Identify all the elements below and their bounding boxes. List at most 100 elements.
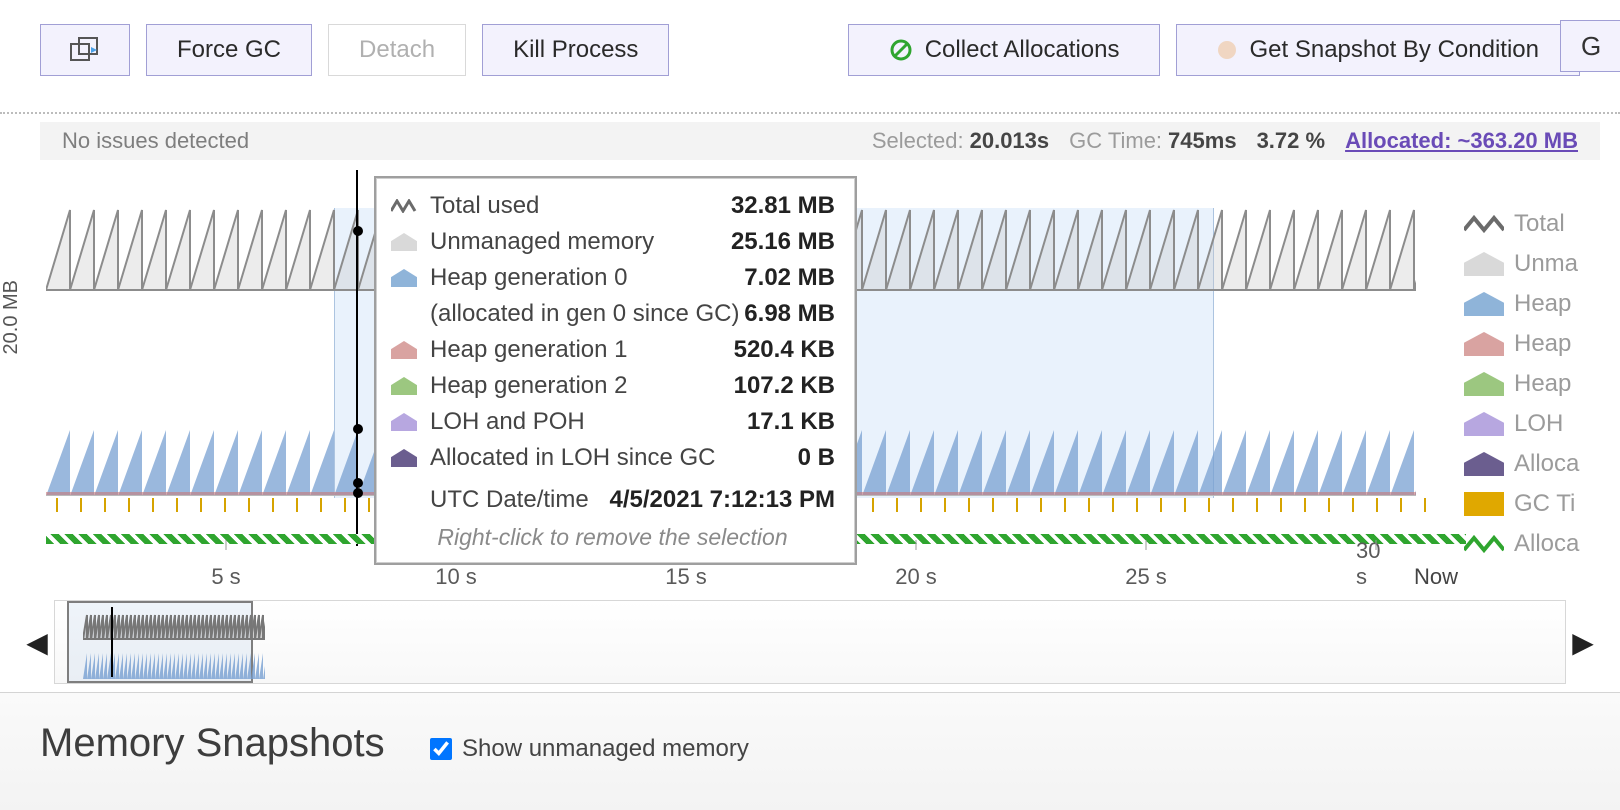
cursor-dot (353, 424, 363, 434)
legend-label: GC Ti (1514, 490, 1575, 518)
tooltip-row: (allocated in gen 0 since GC)6.98 MB (390, 296, 835, 332)
series-swatch-icon (390, 233, 418, 251)
legend-item[interactable]: Heap (1464, 284, 1620, 324)
x-tick: 25 s (1125, 564, 1167, 590)
series-name: LOH and POH (430, 408, 585, 436)
profiler-attach-icon-button[interactable] (40, 24, 130, 76)
tooltip-row: Heap generation 0 7.02 MB (390, 260, 835, 296)
getsnap-label: Get Snapshot By Condition (1249, 36, 1539, 64)
cursor-dot (353, 478, 363, 488)
series-name: Heap generation 1 (430, 336, 627, 364)
gctime-label: GC Time: (1069, 128, 1162, 154)
x-tick: 10 s (435, 564, 477, 590)
snapshots-title: Memory Snapshots (40, 721, 385, 766)
series-value: 25.16 MB (731, 228, 835, 256)
legend: Total Unma Heap Heap Heap LOH Alloca GC Ti Alloc… (1464, 204, 1620, 564)
legend-label: Heap (1514, 370, 1571, 398)
truncated-button[interactable]: G (1560, 20, 1620, 72)
status-bar: No issues detected Selected: 20.013s GC … (40, 122, 1600, 160)
selected-label: Selected: (872, 128, 964, 154)
legend-label: Unma (1514, 250, 1578, 278)
divider (0, 112, 1620, 114)
series-swatch-icon (390, 413, 418, 431)
series-value: 17.1 KB (747, 408, 835, 436)
y-axis-label: 20.0 MB (0, 280, 40, 354)
detach-button: Detach (328, 24, 466, 76)
legend-swatch-icon (1464, 332, 1504, 356)
chart-tooltip: Total used 32.81 MB Unmanaged memory 25.16 … (374, 176, 857, 565)
tooltip-row: Heap generation 1 520.4 KB (390, 332, 835, 368)
legend-swatch-icon (1464, 532, 1504, 556)
legend-label: Heap (1514, 330, 1571, 358)
series-value: 6.98 MB (744, 300, 835, 328)
show-unmanaged-label: Show unmanaged memory (462, 735, 749, 763)
legend-swatch-icon (1464, 212, 1504, 236)
legend-item[interactable]: LOH (1464, 404, 1620, 444)
series-value: 32.81 MB (731, 192, 835, 220)
series-name: Allocated in LOH since GC (430, 444, 715, 472)
scroll-left-icon[interactable]: ◀ (20, 626, 54, 659)
detach-label: Detach (359, 36, 435, 64)
legend-item[interactable]: Alloca (1464, 524, 1620, 564)
overview-window[interactable] (67, 601, 253, 683)
cursor-dot (353, 226, 363, 236)
gctime-ms: 745ms (1168, 128, 1237, 154)
toolbar: Force GC Detach Kill Process Collect All… (0, 20, 1620, 80)
legend-item[interactable]: Alloca (1464, 444, 1620, 484)
legend-swatch-icon (1464, 372, 1504, 396)
truncated-label: G (1581, 31, 1601, 62)
legend-item[interactable]: Heap (1464, 364, 1620, 404)
series-swatch-icon (390, 341, 418, 359)
legend-item[interactable]: Heap (1464, 324, 1620, 364)
overview-track[interactable] (54, 600, 1566, 684)
series-value: 0 B (798, 444, 835, 472)
series-name: Heap generation 2 (430, 372, 627, 400)
snapshots-panel: Memory Snapshots Show unmanaged memory (0, 692, 1620, 810)
series-name: Total used (430, 192, 539, 220)
series-value: 520.4 KB (734, 336, 835, 364)
get-snapshot-condition-button[interactable]: Get Snapshot By Condition (1176, 24, 1580, 76)
legend-swatch-icon (1464, 492, 1504, 516)
show-unmanaged-checkbox[interactable]: Show unmanaged memory (430, 735, 749, 763)
series-name: Unmanaged memory (430, 228, 654, 256)
legend-swatch-icon (1464, 452, 1504, 476)
overview-strip: ◀ ▶ (20, 600, 1600, 684)
gctime-pct: 3.72 % (1257, 128, 1326, 154)
show-unmanaged-input[interactable] (430, 738, 452, 760)
series-swatch-icon (390, 269, 418, 287)
now-label: Now (1414, 564, 1458, 590)
cursor-marker[interactable] (356, 170, 358, 546)
legend-item[interactable]: GC Ti (1464, 484, 1620, 524)
dt-value: 4/5/2021 7:12:13 PM (610, 486, 835, 514)
legend-label: Heap (1514, 290, 1571, 318)
selected-value: 20.013s (970, 128, 1050, 154)
collect-allocations-button[interactable]: Collect Allocations (848, 24, 1161, 76)
dt-label: UTC Date/time (430, 486, 589, 514)
tooltip-hint: Right-click to remove the selection (390, 524, 835, 551)
tooltip-row: LOH and POH 17.1 KB (390, 404, 835, 440)
allocated-link[interactable]: Allocated: ~363.20 MB (1345, 128, 1578, 154)
tooltip-row: Allocated in LOH since GC 0 B (390, 440, 835, 476)
legend-item[interactable]: Unma (1464, 244, 1620, 284)
series-value: 7.02 MB (744, 264, 835, 292)
no-issues-text: No issues detected (62, 128, 249, 154)
collect-label: Collect Allocations (925, 36, 1120, 64)
force-gc-button[interactable]: Force GC (146, 24, 312, 76)
legend-swatch-icon (1464, 412, 1504, 436)
tooltip-row: Heap generation 2107.2 KB (390, 368, 835, 404)
legend-label: Alloca (1514, 530, 1579, 558)
legend-item[interactable]: Total (1464, 204, 1620, 244)
restore-icon (70, 37, 100, 63)
cursor-dot (353, 488, 363, 498)
scroll-right-icon[interactable]: ▶ (1566, 626, 1600, 659)
x-tick: 20 s (895, 564, 937, 590)
dot-icon (1217, 40, 1237, 60)
series-swatch-icon (390, 377, 418, 395)
tooltip-row: Total used 32.81 MB (390, 188, 835, 224)
legend-label: Alloca (1514, 450, 1579, 478)
series-name: Heap generation 0 (430, 264, 627, 292)
x-tick: 5 s (211, 564, 240, 590)
series-name: (allocated in gen 0 since GC) (430, 300, 740, 328)
kill-process-button[interactable]: Kill Process (482, 24, 669, 76)
legend-label: LOH (1514, 410, 1563, 438)
